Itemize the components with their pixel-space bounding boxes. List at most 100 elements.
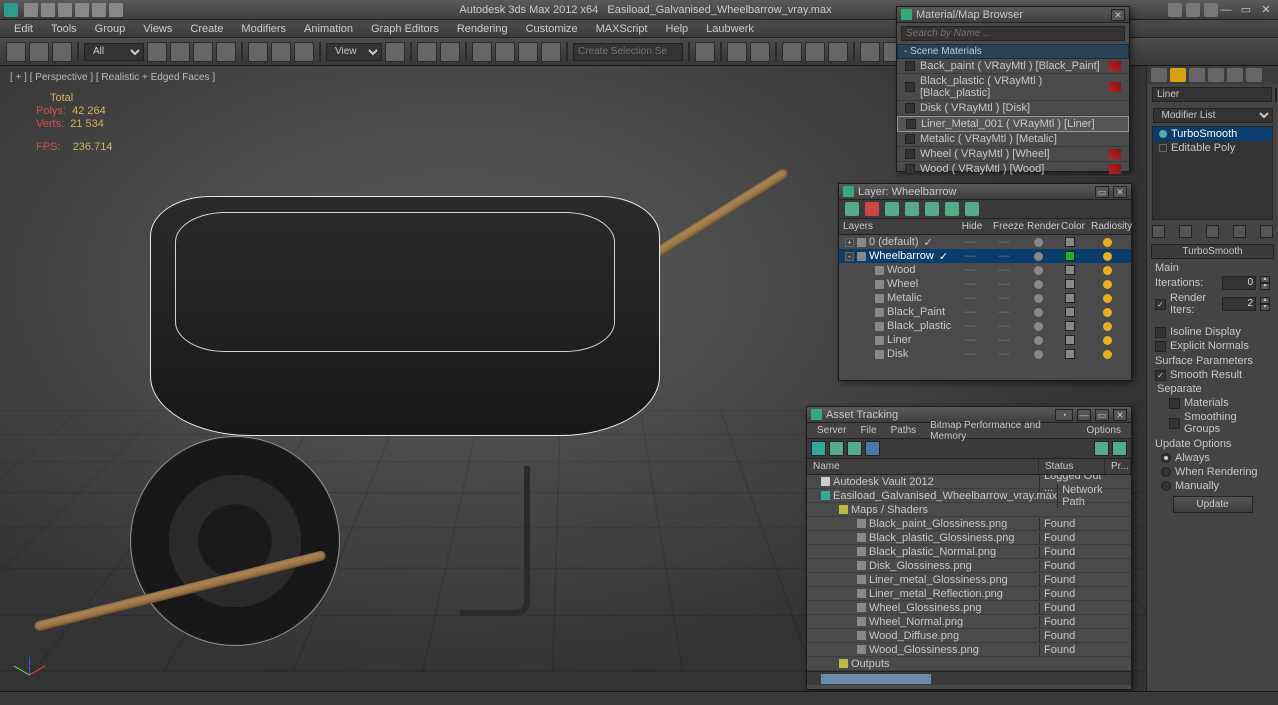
material-editor-icon[interactable] — [828, 42, 848, 62]
unlink-icon[interactable] — [29, 42, 49, 62]
spinner-snap-icon[interactable] — [541, 42, 561, 62]
material-item[interactable]: Wheel ( VRayMtl ) [Wheel] — [897, 147, 1129, 162]
render-setup-icon[interactable] — [860, 42, 880, 62]
asset-row[interactable]: Black_plastic_Normal.pngFound — [807, 545, 1131, 559]
modifier-item[interactable]: Editable Poly — [1153, 141, 1272, 155]
highlight-layer-icon[interactable] — [925, 202, 939, 216]
close-button[interactable]: ✕ — [1258, 3, 1274, 17]
dialog-max-button[interactable]: ▭ — [1095, 409, 1109, 421]
scale-icon[interactable] — [294, 42, 314, 62]
expand-icon[interactable]: + — [845, 238, 854, 247]
minimize-button[interactable]: — — [1218, 3, 1234, 17]
rollout-header[interactable]: TurboSmooth — [1151, 244, 1274, 259]
refresh-icon[interactable] — [811, 441, 826, 456]
select-icon[interactable] — [147, 42, 167, 62]
show-result-icon[interactable] — [1179, 225, 1192, 238]
move-icon[interactable] — [248, 42, 268, 62]
modify-tab-icon[interactable] — [1170, 68, 1186, 82]
menu-views[interactable]: Views — [135, 23, 180, 35]
asset-row[interactable]: Disk_Glossiness.pngFound — [807, 559, 1131, 573]
sep-materials-check[interactable] — [1169, 398, 1180, 409]
isoline-check[interactable] — [1155, 327, 1166, 338]
spin-down-icon[interactable]: ▾ — [1260, 283, 1270, 290]
layer-row[interactable]: -Wheelbarrow✓—— — [839, 249, 1131, 263]
viewport-label[interactable]: [ + ] [ Perspective ] [ Realistic + Edge… — [10, 72, 215, 83]
ref-coord-combo[interactable]: View — [326, 43, 382, 61]
layer-row[interactable]: Metalic—— — [839, 291, 1131, 305]
layer-row[interactable]: Black_plastic—— — [839, 319, 1131, 333]
layer-row[interactable]: Liner—— — [839, 333, 1131, 347]
asset-menu-item[interactable]: Options — [1081, 425, 1127, 436]
dialog-titlebar[interactable]: Layer: Wheelbarrow ▭ ✕ — [839, 184, 1131, 200]
horizontal-scrollbar[interactable] — [807, 671, 1131, 685]
color-swatch[interactable] — [1065, 237, 1075, 247]
expand-icon[interactable]: - — [845, 252, 854, 261]
kbd-icon[interactable] — [440, 42, 460, 62]
render-iters-spinner[interactable]: 2 — [1222, 297, 1256, 311]
dialog-titlebar[interactable]: Material/Map Browser ✕ — [897, 7, 1129, 23]
menu-graph editors[interactable]: Graph Editors — [363, 23, 447, 35]
asset-row[interactable]: Liner_metal_Glossiness.pngFound — [807, 573, 1131, 587]
object-color-swatch[interactable] — [1275, 88, 1277, 102]
modifier-list-combo[interactable]: Modifier List — [1153, 108, 1273, 123]
radiosity-icon[interactable] — [1103, 294, 1112, 303]
asset-menu-item[interactable]: Paths — [885, 425, 923, 436]
utilities-tab-icon[interactable] — [1246, 68, 1262, 82]
radiosity-icon[interactable] — [1103, 322, 1112, 331]
render-iters-check[interactable] — [1155, 299, 1166, 310]
hierarchy-tab-icon[interactable] — [1189, 68, 1205, 82]
manip-icon[interactable] — [417, 42, 437, 62]
dialog-close-button[interactable]: ✕ — [1111, 9, 1125, 21]
radiosity-icon[interactable] — [1103, 252, 1112, 261]
color-swatch[interactable] — [1065, 279, 1075, 289]
menu-animation[interactable]: Animation — [296, 23, 361, 35]
align-icon[interactable] — [727, 42, 747, 62]
qat-open-icon[interactable] — [41, 3, 55, 17]
render-icon[interactable] — [1034, 280, 1043, 289]
explicit-check[interactable] — [1155, 341, 1166, 352]
radiosity-icon[interactable] — [1103, 350, 1112, 359]
radiosity-icon[interactable] — [1103, 266, 1112, 275]
remove-mod-icon[interactable] — [1233, 225, 1246, 238]
asset-menu-item[interactable]: File — [854, 425, 882, 436]
material-item[interactable]: Black_plastic ( VRayMtl ) [Black_plastic… — [897, 74, 1129, 101]
asset-menu-item[interactable]: Bitmap Performance and Memory — [924, 420, 1078, 442]
bind-icon[interactable] — [52, 42, 72, 62]
col-proxy[interactable]: Pr... — [1105, 459, 1131, 474]
render-icon[interactable] — [1034, 322, 1043, 331]
snap-pct-icon[interactable] — [518, 42, 538, 62]
star-icon[interactable] — [1186, 3, 1200, 17]
create-tab-icon[interactable] — [1151, 68, 1167, 82]
menu-group[interactable]: Group — [87, 23, 134, 35]
col-render[interactable]: Render — [1023, 219, 1057, 234]
material-item[interactable]: Back_paint ( VRayMtl ) [Black_Paint] — [897, 59, 1129, 74]
qat-project-icon[interactable] — [109, 3, 123, 17]
view-tree-icon[interactable] — [847, 441, 862, 456]
layer-row[interactable]: Wood—— — [839, 263, 1131, 277]
spin-up-icon[interactable]: ▴ — [1260, 276, 1270, 283]
layer-row[interactable]: Disk—— — [839, 347, 1131, 361]
view-list-icon[interactable] — [829, 441, 844, 456]
asset-row[interactable]: Wood_Diffuse.pngFound — [807, 629, 1131, 643]
view-table-icon[interactable] — [865, 441, 880, 456]
col-hide[interactable]: Hide — [955, 219, 989, 234]
modifier-item[interactable]: TurboSmooth — [1153, 127, 1272, 141]
select-highlight-icon[interactable] — [905, 202, 919, 216]
material-item[interactable]: Disk ( VRayMtl ) [Disk] — [897, 101, 1129, 116]
update-render-radio[interactable] — [1161, 467, 1171, 477]
config-sets-icon[interactable] — [1260, 225, 1273, 238]
dialog-close-button[interactable]: ✕ — [1113, 409, 1127, 421]
asset-row[interactable]: Outputs — [807, 657, 1131, 671]
layer-mgr-icon[interactable] — [750, 42, 770, 62]
qat-save-icon[interactable] — [58, 3, 72, 17]
sep-smoothing-check[interactable] — [1169, 418, 1180, 429]
material-search-input[interactable] — [901, 26, 1125, 41]
asset-row[interactable]: Wheel_Normal.pngFound — [807, 615, 1131, 629]
col-color[interactable]: Color — [1057, 219, 1087, 234]
qat-redo-icon[interactable] — [92, 3, 106, 17]
menu-edit[interactable]: Edit — [6, 23, 41, 35]
rotate-icon[interactable] — [271, 42, 291, 62]
pin-stack-icon[interactable] — [1152, 225, 1165, 238]
options-icon[interactable] — [1112, 441, 1127, 456]
menu-maxscript[interactable]: MAXScript — [588, 23, 656, 35]
